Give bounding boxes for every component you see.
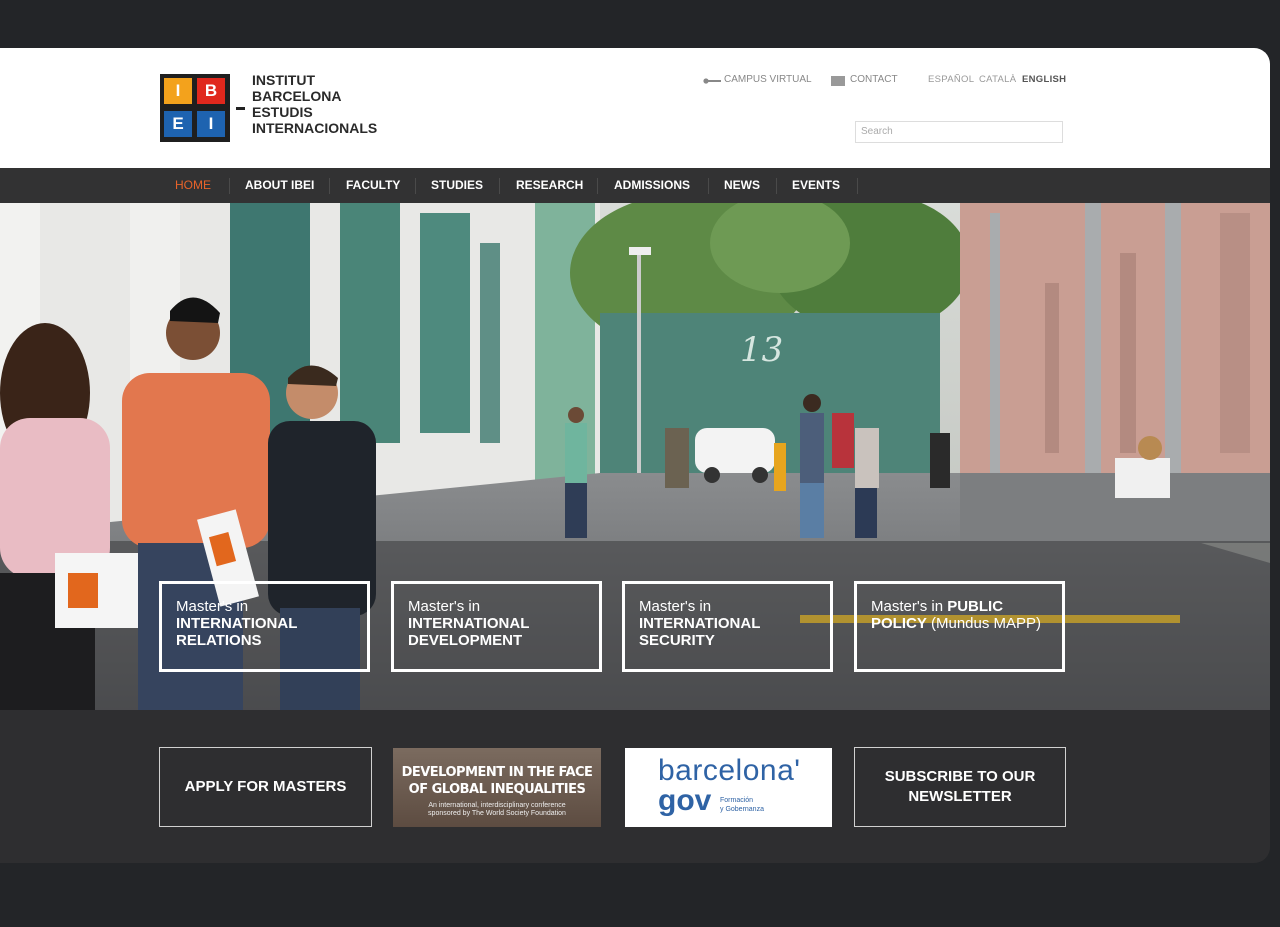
masters-pre: Master's in [408, 598, 481, 615]
lang-english[interactable]: ENGLISH [1022, 74, 1066, 85]
lang-catala[interactable]: CATALÀ [979, 74, 1016, 85]
nav-item-studies[interactable]: STUDIES [431, 168, 483, 203]
conference-banner[interactable]: DEVELOPMENT IN THE FACE OF GLOBAL INEQUA… [393, 748, 601, 827]
logo-square-b: B [197, 78, 225, 104]
logo-square-i2: I [197, 111, 225, 137]
logo-square-e: E [164, 111, 192, 137]
masters-public-policy[interactable]: Master's in PUBLIC POLICY (Mundus MAPP) [854, 581, 1065, 672]
banner-title-2: OF GLOBAL INEQUALITIES [408, 782, 586, 797]
institution-name-line: ESTUDIS [252, 104, 313, 120]
masters-pre: Master's in [176, 598, 249, 615]
masters-title: INTERNATIONAL SECURITY [639, 615, 761, 649]
nav-item-admissions[interactable]: ADMISSIONS [614, 168, 690, 203]
institution-name-line: INSTITUT [252, 72, 315, 88]
subscribe-newsletter-button[interactable]: SUBSCRIBE TO OUR NEWSLETTER [854, 747, 1066, 827]
nav-item-research[interactable]: RESEARCH [516, 168, 583, 203]
gov-subtitle-line: y Gobernanza [720, 806, 764, 813]
nav-separator [415, 178, 416, 194]
banner-title-1: DEVELOPMENT IN THE FACE [401, 765, 593, 780]
site-header: I B E I INSTITUT BARCELONA ESTUDIS INTER… [0, 48, 1270, 168]
nav-item-home[interactable]: HOME [175, 168, 211, 203]
nav-separator [499, 178, 500, 194]
mail-icon [831, 76, 845, 86]
masters-title: INTERNATIONAL DEVELOPMENT [408, 615, 530, 649]
nav-item-faculty[interactable]: FACULTY [346, 168, 400, 203]
gov-word-barcelona: barcelona' [658, 754, 801, 787]
nav-item-about[interactable]: ABOUT IBEI [245, 168, 314, 203]
gov-subtitle: Formación y Gobernanza [720, 796, 764, 814]
logo-square-i: I [164, 78, 192, 104]
nav-separator [857, 178, 858, 194]
banner-subtitle-2: sponsored by The World Society Foundatio… [428, 810, 566, 817]
masters-pre: Master's in [871, 598, 948, 615]
masters-international-relations[interactable]: Master's in INTERNATIONAL RELATIONS [159, 581, 370, 672]
lang-espanol[interactable]: ESPAÑOL [928, 74, 974, 85]
contact-link[interactable]: CONTACT [850, 74, 898, 85]
nav-item-news[interactable]: NEWS [724, 168, 760, 203]
logo-dash [236, 107, 245, 110]
nav-separator [229, 178, 230, 194]
main-nav: HOME ABOUT IBEI FACULTY STUDIES RESEARCH… [0, 168, 1270, 203]
barcelona-gov-banner[interactable]: barcelona' gov Formación y Gobernanza [625, 748, 832, 827]
ibei-logo[interactable]: I B E I [160, 74, 230, 142]
institution-name-line: BARCELONA [252, 88, 342, 104]
institution-name-line: INTERNACIONALS [252, 120, 378, 136]
masters-international-development[interactable]: Master's in INTERNATIONAL DEVELOPMENT [391, 581, 602, 672]
sign-number: 13 [740, 330, 783, 370]
masters-title: INTERNATIONAL RELATIONS [176, 615, 298, 649]
nav-separator [329, 178, 330, 194]
institution-name[interactable]: INSTITUT BARCELONA ESTUDIS INTERNACIONAL… [252, 72, 377, 136]
banner-subtitle-1: An international, interdisciplinary conf… [428, 802, 566, 809]
browser-card: I B E I INSTITUT BARCELONA ESTUDIS INTER… [0, 48, 1270, 863]
nav-separator [776, 178, 777, 194]
campus-virtual-link[interactable]: CAMPUS VIRTUAL [724, 74, 812, 85]
gov-subtitle-line: Formación [720, 797, 754, 804]
key-icon [703, 78, 721, 84]
gov-word-gov: gov [658, 784, 712, 817]
masters-pre: Master's in [639, 598, 712, 615]
search-input[interactable]: Search [855, 121, 1063, 143]
nav-separator [708, 178, 709, 194]
masters-post: (Mundus MAPP) [926, 615, 1042, 632]
nav-item-events[interactable]: EVENTS [792, 168, 840, 203]
masters-international-security[interactable]: Master's in INTERNATIONAL SECURITY [622, 581, 833, 672]
apply-for-masters-button[interactable]: APPLY FOR MASTERS [159, 747, 372, 827]
nav-separator [597, 178, 598, 194]
